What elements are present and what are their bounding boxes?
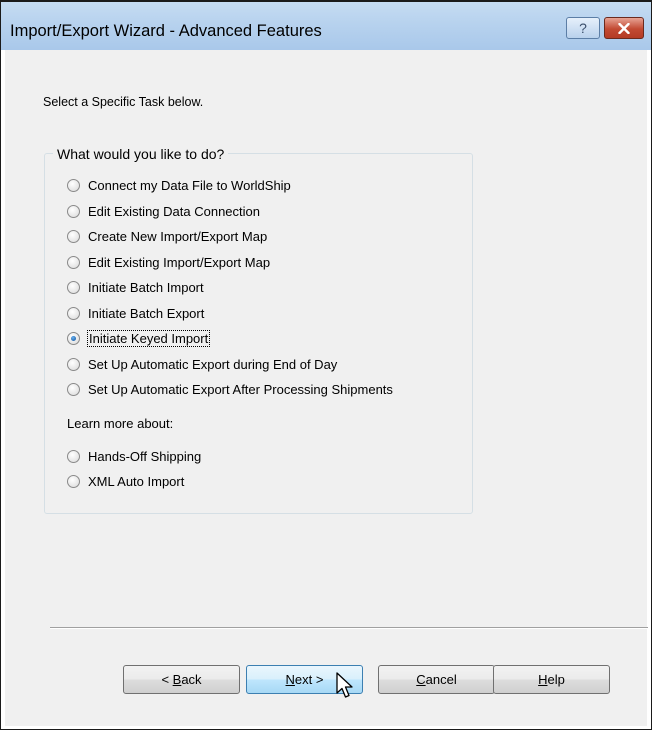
radio-batch-import[interactable]: Initiate Batch Import [67, 278, 204, 296]
cancel-mnemonic: C [416, 672, 426, 687]
radio-button[interactable] [67, 306, 80, 320]
next-label-rest: ext > [294, 672, 324, 687]
radio-label: Initiate Batch Import [88, 279, 204, 295]
wizard-window: Import/Export Wizard - Advanced Features… [0, 0, 652, 730]
close-icon [618, 22, 630, 34]
radio-edit-data-connection[interactable]: Edit Existing Data Connection [67, 202, 260, 220]
back-label-prefix: < [161, 672, 173, 687]
radio-button[interactable] [67, 178, 80, 192]
radio-create-map[interactable]: Create New Import/Export Map [67, 227, 267, 245]
button-separator [50, 627, 648, 629]
radio-label: Connect my Data File to WorldShip [88, 177, 291, 193]
radio-export-after-processing[interactable]: Set Up Automatic Export After Processing… [67, 380, 393, 398]
radio-label: Edit Existing Import/Export Map [88, 254, 271, 270]
cancel-button[interactable]: Cancel [378, 665, 495, 694]
window-title: Import/Export Wizard - Advanced Features [10, 22, 322, 40]
radio-keyed-import[interactable]: Initiate Keyed Import [67, 329, 211, 347]
radio-xml-auto-import[interactable]: XML Auto Import [67, 472, 184, 490]
radio-button[interactable] [67, 280, 80, 294]
title-help-button[interactable]: ? [566, 17, 600, 39]
radio-button[interactable] [67, 474, 80, 488]
radio-button[interactable] [67, 255, 80, 269]
radio-hands-off-shipping[interactable]: Hands-Off Shipping [67, 447, 201, 465]
radio-label: Initiate Keyed Import [86, 329, 211, 347]
radio-edit-map[interactable]: Edit Existing Import/Export Map [67, 253, 270, 271]
radio-button[interactable] [67, 449, 80, 463]
radio-label: Create New Import/Export Map [88, 228, 268, 244]
cancel-label-rest: ancel [425, 672, 457, 687]
title-bar[interactable]: Import/Export Wizard - Advanced Features… [1, 2, 651, 50]
dialog-body: Select a Specific Task below. What would… [5, 50, 648, 726]
help-label-rest: elp [547, 672, 565, 687]
radio-label: Edit Existing Data Connection [88, 203, 260, 219]
learn-more-label: Learn more about: [67, 416, 174, 431]
back-mnemonic: B [172, 672, 182, 687]
help-button[interactable]: Help [493, 665, 610, 694]
group-box-label: What would you like to do? [53, 146, 229, 162]
radio-label: Hands-Off Shipping [88, 448, 202, 464]
next-mnemonic: N [285, 672, 295, 687]
radio-button[interactable] [67, 357, 80, 371]
radio-label: Set Up Automatic Export After Processing… [88, 381, 393, 397]
radio-button[interactable] [67, 382, 80, 396]
back-button[interactable]: < Back [123, 665, 240, 694]
radio-button[interactable] [67, 229, 80, 243]
radio-label: Initiate Batch Export [88, 305, 205, 321]
mouse-pointer-icon [336, 672, 353, 698]
radio-button-selected[interactable] [67, 331, 80, 345]
radio-label: Set Up Automatic Export during End of Da… [88, 356, 338, 372]
instruction-text: Select a Specific Task below. [43, 95, 204, 109]
radio-batch-export[interactable]: Initiate Batch Export [67, 304, 204, 322]
help-mnemonic: H [538, 672, 548, 687]
radio-connect-data-file[interactable]: Connect my Data File to WorldShip [67, 176, 291, 194]
back-label-rest: ack [181, 672, 202, 687]
question-mark-icon: ? [579, 20, 587, 36]
radio-export-end-of-day[interactable]: Set Up Automatic Export during End of Da… [67, 355, 337, 373]
title-close-button[interactable] [604, 17, 644, 39]
radio-label: XML Auto Import [88, 473, 185, 489]
radio-button[interactable] [67, 204, 80, 218]
